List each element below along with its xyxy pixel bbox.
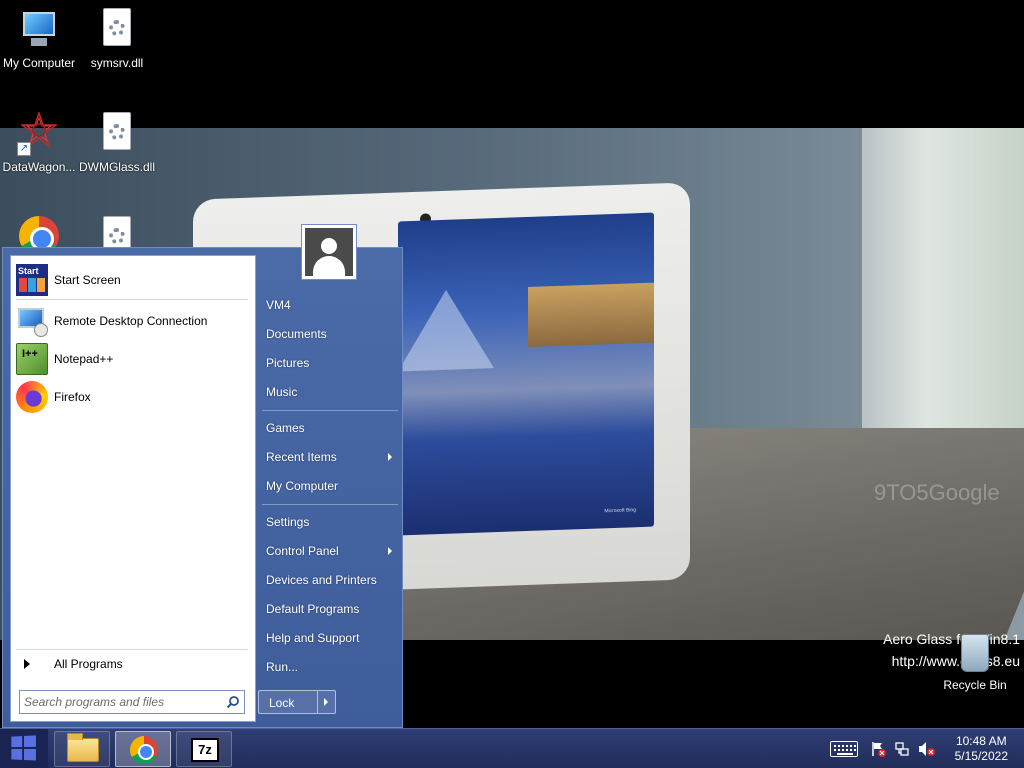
program-label: Start Screen: [54, 273, 121, 287]
start-item-run[interactable]: Run...: [260, 654, 398, 680]
start-item-documents[interactable]: Documents: [260, 321, 398, 347]
desktop-icon-datawagon[interactable]: ↗ DataWagon...: [0, 112, 78, 174]
clock-time: 10:48 AM: [955, 734, 1007, 748]
datawagon-shortcut-icon: ↗: [17, 112, 61, 156]
start-item-settings[interactable]: Settings: [260, 509, 398, 535]
start-item-label: Games: [266, 421, 305, 435]
program-start-screen[interactable]: Start Start Screen: [16, 262, 250, 298]
all-programs-label: All Programs: [54, 657, 123, 671]
start-item-control-panel[interactable]: Control Panel: [260, 538, 398, 564]
start-item-label: Run...: [266, 660, 299, 674]
start-screen-icon: Start: [16, 264, 48, 296]
start-item-label: Music: [266, 385, 298, 399]
volume-muted-icon[interactable]: [918, 741, 936, 757]
triangle-right-icon: [24, 659, 30, 669]
start-button[interactable]: [0, 729, 48, 768]
system-tray: 10:48 AM 5/15/2022: [824, 729, 1024, 768]
start-menu: Start Start Screen Remote Desktop Connec…: [2, 224, 403, 728]
program-notepad-plus-plus[interactable]: Notepad++: [16, 341, 250, 377]
user-avatar-icon: [305, 228, 353, 276]
start-item-label: Pictures: [266, 356, 310, 370]
separator: [16, 649, 248, 650]
start-menu-programs-pane: Start Start Screen Remote Desktop Connec…: [10, 255, 256, 722]
start-item-vm4[interactable]: VM4: [260, 292, 398, 318]
start-item-games[interactable]: Games: [260, 415, 398, 441]
program-firefox[interactable]: Firefox: [16, 379, 250, 415]
taskbar-file-explorer[interactable]: [54, 731, 110, 767]
start-item-recent-items[interactable]: Recent Items: [260, 444, 398, 470]
start-item-music[interactable]: Music: [260, 379, 398, 405]
start-item-label: Default Programs: [266, 602, 360, 616]
start-item-help-and-support[interactable]: Help and Support: [260, 625, 398, 651]
lock-button[interactable]: Lock: [258, 690, 336, 714]
keyboard-icon[interactable]: [830, 741, 858, 757]
desktop-icon-label: My Computer: [2, 56, 76, 70]
notepad-plus-plus-icon: [16, 343, 48, 375]
dll-file-icon: [95, 112, 139, 156]
start-item-label: Help and Support: [266, 631, 360, 645]
start-item-label: VM4: [266, 298, 291, 312]
separator: [262, 410, 398, 411]
dll-file-icon: [95, 8, 139, 52]
search-input[interactable]: [24, 692, 220, 712]
wallpaper-pyramid: [398, 288, 494, 372]
start-item-label: Documents: [266, 327, 327, 341]
start-item-label: Control Panel: [266, 544, 339, 558]
my-computer-icon: [17, 8, 61, 52]
remote-desktop-icon: [16, 305, 48, 337]
windows-logo-icon: [11, 735, 38, 762]
start-item-label: Recent Items: [266, 450, 337, 464]
chevron-right-icon: [388, 453, 392, 461]
shortcut-arrow-icon: ↗: [17, 142, 31, 156]
recycle-bin-icon: [961, 634, 989, 672]
wallpaper-display-screen: Microsoft Bing: [398, 212, 654, 536]
start-item-label: Devices and Printers: [266, 573, 377, 587]
start-item-label: Settings: [266, 515, 310, 529]
action-center-flag-icon[interactable]: [870, 741, 886, 757]
taskbar-7zip[interactable]: 7z: [176, 731, 232, 767]
desktop-icon-symsrv[interactable]: symsrv.dll: [78, 8, 156, 70]
start-search-box[interactable]: [19, 690, 245, 714]
wallpaper-building: [528, 282, 654, 347]
folder-icon: [67, 733, 99, 762]
taskbar: 7z 10:48 AM 5/15/2022: [0, 728, 1024, 768]
lock-button-label: Lock: [269, 696, 295, 710]
program-label: Notepad++: [54, 352, 114, 366]
firefox-icon: [16, 381, 48, 413]
start-item-devices-and-printers[interactable]: Devices and Printers: [260, 567, 398, 593]
shutdown-options-arrow[interactable]: [317, 691, 335, 713]
all-programs-button[interactable]: All Programs: [16, 652, 250, 676]
desktop-icon-recycle-bin[interactable]: Recycle Bin: [940, 634, 1010, 692]
desktop-icon-my-computer[interactable]: My Computer: [0, 8, 78, 70]
wallpaper-credit: Microsoft Bing: [604, 507, 636, 515]
program-label: Firefox: [54, 390, 91, 404]
start-item-default-programs[interactable]: Default Programs: [260, 596, 398, 622]
taskbar-clock[interactable]: 10:48 AM 5/15/2022: [955, 734, 1008, 764]
7zip-icon: 7z: [191, 738, 219, 762]
program-label: Remote Desktop Connection: [54, 314, 208, 328]
start-item-pictures[interactable]: Pictures: [260, 350, 398, 376]
separator: [262, 504, 398, 505]
start-item-my-computer[interactable]: My Computer: [260, 473, 398, 499]
desktop-icon-label: DWMGlass.dll: [78, 160, 155, 174]
user-picture[interactable]: [301, 224, 357, 280]
desktop-icon-label: DataWagon...: [2, 160, 76, 174]
desktop-icon-dwmglass[interactable]: DWMGlass.dll: [78, 112, 156, 174]
separator: [16, 299, 248, 300]
clock-date: 5/15/2022: [954, 749, 1008, 763]
start-item-label: My Computer: [266, 479, 339, 493]
chrome-icon: [130, 736, 158, 764]
desktop-icon-label: symsrv.dll: [90, 56, 144, 70]
search-icon[interactable]: [226, 695, 240, 709]
chevron-right-icon: [388, 547, 392, 555]
watermark-text: 9TO5Google: [874, 480, 1000, 505]
taskbar-chrome[interactable]: [115, 731, 171, 767]
program-remote-desktop[interactable]: Remote Desktop Connection: [16, 303, 250, 339]
network-icon[interactable]: [894, 741, 910, 757]
desktop-icon-label: Recycle Bin: [943, 678, 1007, 692]
